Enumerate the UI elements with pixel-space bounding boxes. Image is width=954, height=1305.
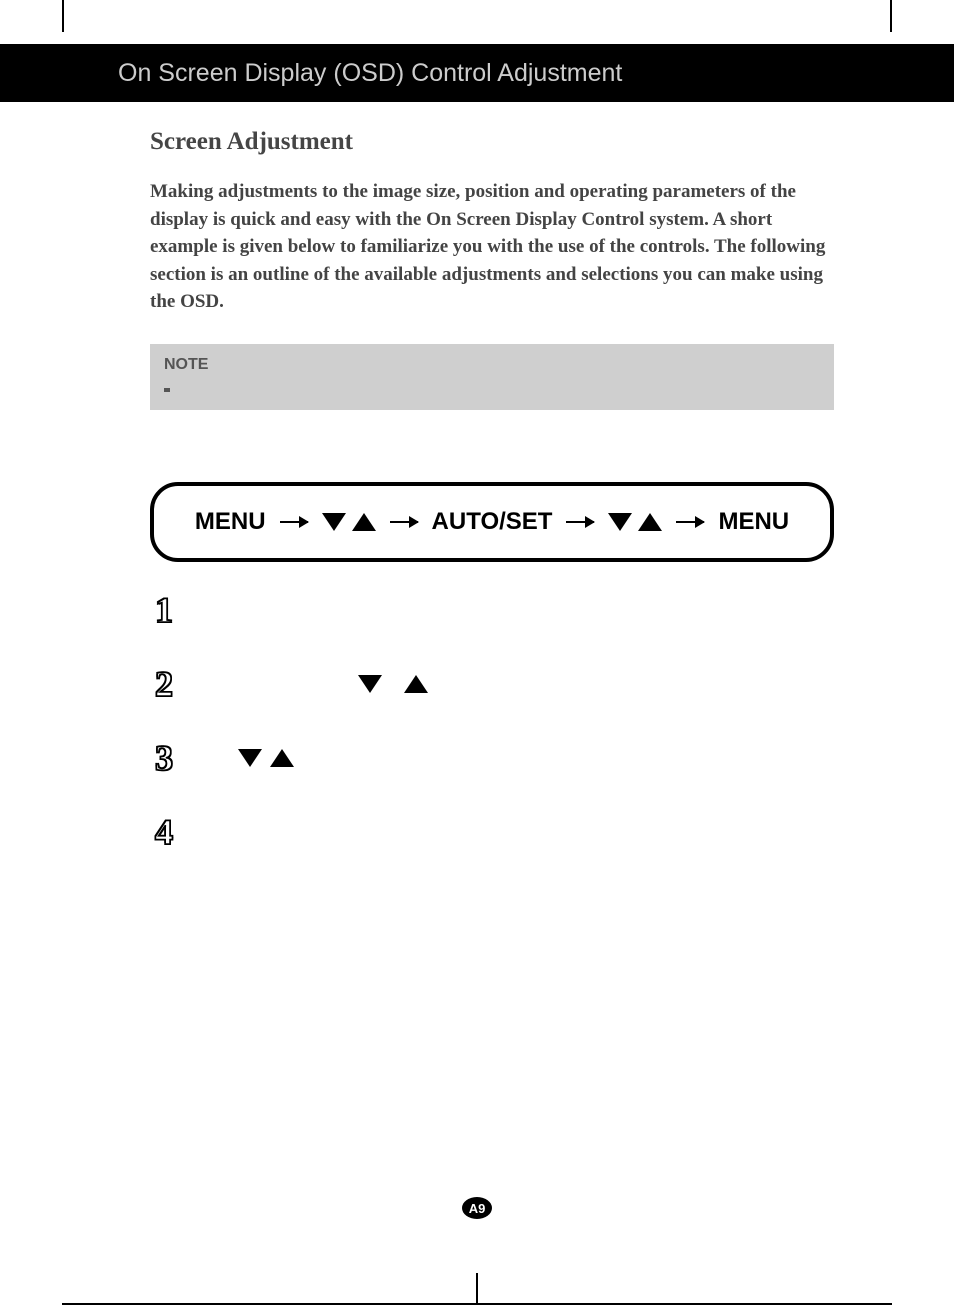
step-number: 2: [150, 663, 178, 705]
section-header-bar: On Screen Display (OSD) Control Adjustme…: [0, 44, 954, 102]
up-down-icons: [322, 513, 376, 531]
triangle-down-icon: [238, 749, 262, 767]
arrow-right-icon: [676, 521, 704, 523]
up-down-icons: [238, 749, 294, 767]
arrow-right-icon: [280, 521, 308, 523]
up-down-icons: [358, 675, 428, 693]
flow-menu-label-end: MENU: [718, 508, 789, 536]
step-row: 4: [150, 810, 834, 854]
flow-menu-label: MENU: [195, 508, 266, 536]
triangle-down-icon: [608, 513, 632, 531]
arrow-right-icon: [390, 521, 418, 523]
page: On Screen Display (OSD) Control Adjustme…: [0, 0, 954, 1305]
step-row: 2: [150, 662, 834, 706]
up-down-icons: [608, 513, 662, 531]
triangle-down-icon: [322, 513, 346, 531]
page-number: A9: [469, 1201, 486, 1216]
note-box: NOTE: [150, 344, 834, 410]
step-number: 4: [150, 811, 178, 853]
page-number-badge: A9: [462, 1197, 492, 1219]
crop-mark: [890, 0, 892, 32]
note-label: NOTE: [164, 356, 820, 374]
crop-mark: [62, 0, 64, 32]
step-row: 1: [150, 588, 834, 632]
control-flow-box: MENU AUTO/SET MENU: [150, 482, 834, 562]
content-area: Screen Adjustment Making adjustments to …: [150, 128, 834, 884]
intro-paragraph: Making adjustments to the image size, po…: [150, 178, 834, 316]
step-number: 3: [150, 737, 178, 779]
section-header-title: On Screen Display (OSD) Control Adjustme…: [118, 59, 622, 88]
bullet-icon: [164, 388, 170, 392]
steps-list: 1 2 3 4: [150, 588, 834, 854]
triangle-up-icon: [638, 513, 662, 531]
step-number: 1: [150, 589, 178, 631]
arrow-right-icon: [566, 521, 594, 523]
flow-autoset-label: AUTO/SET: [432, 508, 553, 536]
crop-mark: [476, 1273, 478, 1305]
subtitle: Screen Adjustment: [150, 128, 834, 156]
triangle-up-icon: [270, 749, 294, 767]
triangle-down-icon: [358, 675, 382, 693]
triangle-up-icon: [404, 675, 428, 693]
step-row: 3: [150, 736, 834, 780]
triangle-up-icon: [352, 513, 376, 531]
